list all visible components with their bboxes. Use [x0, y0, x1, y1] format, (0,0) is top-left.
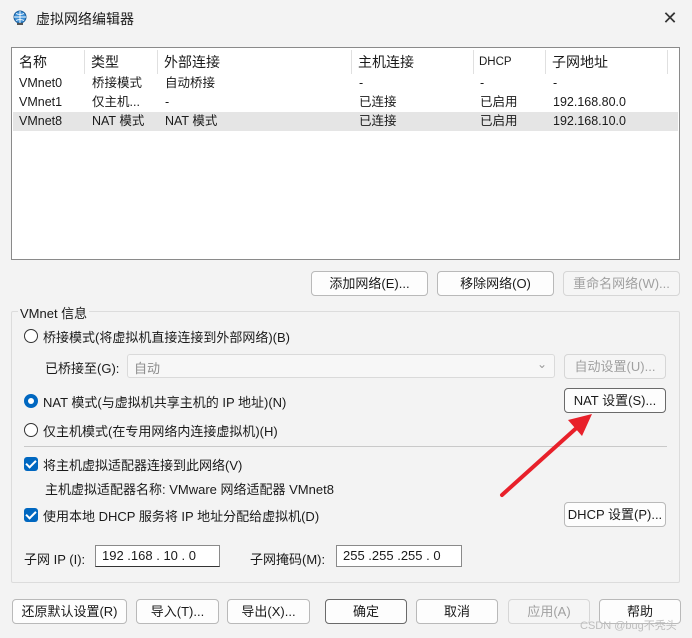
cell-external: -	[165, 95, 170, 109]
cell-dhcp: 已启用	[480, 114, 518, 128]
table-row[interactable]: VMnet1 仅主机... - 已连接 已启用 192.168.80.0	[13, 93, 678, 112]
bridge-mode-radio[interactable]	[24, 329, 38, 343]
apply-button[interactable]: 应用(A)	[508, 599, 590, 624]
ok-button[interactable]: 确定	[325, 599, 407, 624]
cell-dhcp: -	[480, 76, 485, 90]
adapter-name-label: 主机虚拟适配器名称: VMware 网络适配器 VMnet8	[45, 482, 334, 497]
connect-adapter-label[interactable]: 将主机虚拟适配器连接到此网络(V)	[43, 455, 242, 474]
auto-settings-button[interactable]: 自动设置(U)...	[564, 354, 666, 379]
cell-type: 桥接模式	[92, 76, 143, 90]
cell-type: 仅主机...	[92, 95, 140, 109]
cell-subnet: -	[553, 76, 558, 90]
host-only-radio[interactable]	[24, 423, 38, 437]
rename-network-button[interactable]: 重命名网络(W)...	[563, 271, 680, 296]
cell-name: VMnet0	[19, 76, 63, 90]
table-row-selected[interactable]: VMnet8 NAT 模式 NAT 模式 已连接 已启用 192.168.10.…	[13, 112, 678, 131]
cell-name: VMnet1	[19, 95, 63, 109]
divider	[24, 446, 667, 447]
table-row[interactable]: VMnet0 桥接模式 自动桥接 - - -	[13, 74, 678, 93]
use-dhcp-label[interactable]: 使用本地 DHCP 服务将 IP 地址分配给虚拟机(D)	[43, 506, 319, 525]
subnet-mask-field[interactable]: 255 .255 .255 . 0	[336, 545, 462, 567]
column-header-external[interactable]: 外部连接	[164, 51, 220, 73]
column-header-type[interactable]: 类型	[91, 51, 119, 73]
bridged-to-label: 已桥接至(G):	[45, 361, 120, 376]
column-header-name[interactable]: 名称	[19, 51, 47, 73]
add-network-button[interactable]: 添加网络(E)...	[311, 271, 428, 296]
window-title: 虚拟网络编辑器	[36, 11, 134, 27]
bridge-mode-label[interactable]: 桥接模式(将虚拟机直接连接到外部网络)(B)	[43, 327, 290, 346]
subnet-ip-field[interactable]: 192 .168 . 10 . 0	[95, 545, 220, 567]
export-button[interactable]: 导出(X)...	[227, 599, 310, 624]
restore-defaults-button[interactable]: 还原默认设置(R)	[12, 599, 127, 624]
network-globe-icon	[13, 10, 27, 25]
close-icon[interactable]: ✕	[656, 4, 684, 32]
cell-dhcp: 已启用	[480, 95, 518, 109]
subnet-ip-label: 子网 IP (I):	[24, 552, 86, 567]
cell-host: 已连接	[359, 95, 397, 109]
cell-subnet: 192.168.80.0	[553, 95, 626, 109]
dhcp-settings-button[interactable]: DHCP 设置(P)...	[564, 502, 666, 527]
bridged-to-value: 自动	[134, 361, 161, 376]
watermark: CSDN @bug不秃头	[580, 620, 677, 632]
nat-mode-label[interactable]: NAT 模式(与虚拟机共享主机的 IP 地址)(N)	[43, 392, 286, 411]
cell-subnet: 192.168.10.0	[553, 114, 626, 128]
bridged-to-select[interactable]: 自动 ⌄	[127, 354, 555, 378]
cell-external: 自动桥接	[165, 76, 216, 90]
cell-type: NAT 模式	[92, 114, 145, 128]
cell-host: -	[359, 76, 364, 90]
cell-external: NAT 模式	[165, 114, 218, 128]
column-header-dhcp[interactable]: DHCP	[479, 51, 512, 73]
remove-network-button[interactable]: 移除网络(O)	[437, 271, 554, 296]
cancel-button[interactable]: 取消	[416, 599, 498, 624]
subnet-mask-label: 子网掩码(M):	[250, 552, 326, 567]
vmnet-info-group	[11, 311, 680, 583]
column-header-subnet[interactable]: 子网地址	[552, 51, 608, 73]
nat-settings-button[interactable]: NAT 设置(S)...	[564, 388, 666, 413]
nat-mode-radio[interactable]	[24, 394, 38, 408]
network-list-table[interactable]: 名称 类型 外部连接 主机连接 DHCP 子网地址 VMnet0 桥接模式 自动…	[11, 47, 680, 260]
host-only-label[interactable]: 仅主机模式(在专用网络内连接虚拟机)(H)	[43, 421, 278, 440]
import-button[interactable]: 导入(T)...	[136, 599, 219, 624]
vmnet-info-title: VMnet 信息	[18, 303, 90, 322]
connect-adapter-checkbox[interactable]	[24, 457, 38, 471]
cell-name: VMnet8	[19, 114, 63, 128]
chevron-down-icon: ⌄	[536, 357, 547, 371]
cell-host: 已连接	[359, 114, 397, 128]
column-header-host[interactable]: 主机连接	[358, 51, 414, 73]
use-dhcp-checkbox[interactable]	[24, 508, 38, 522]
